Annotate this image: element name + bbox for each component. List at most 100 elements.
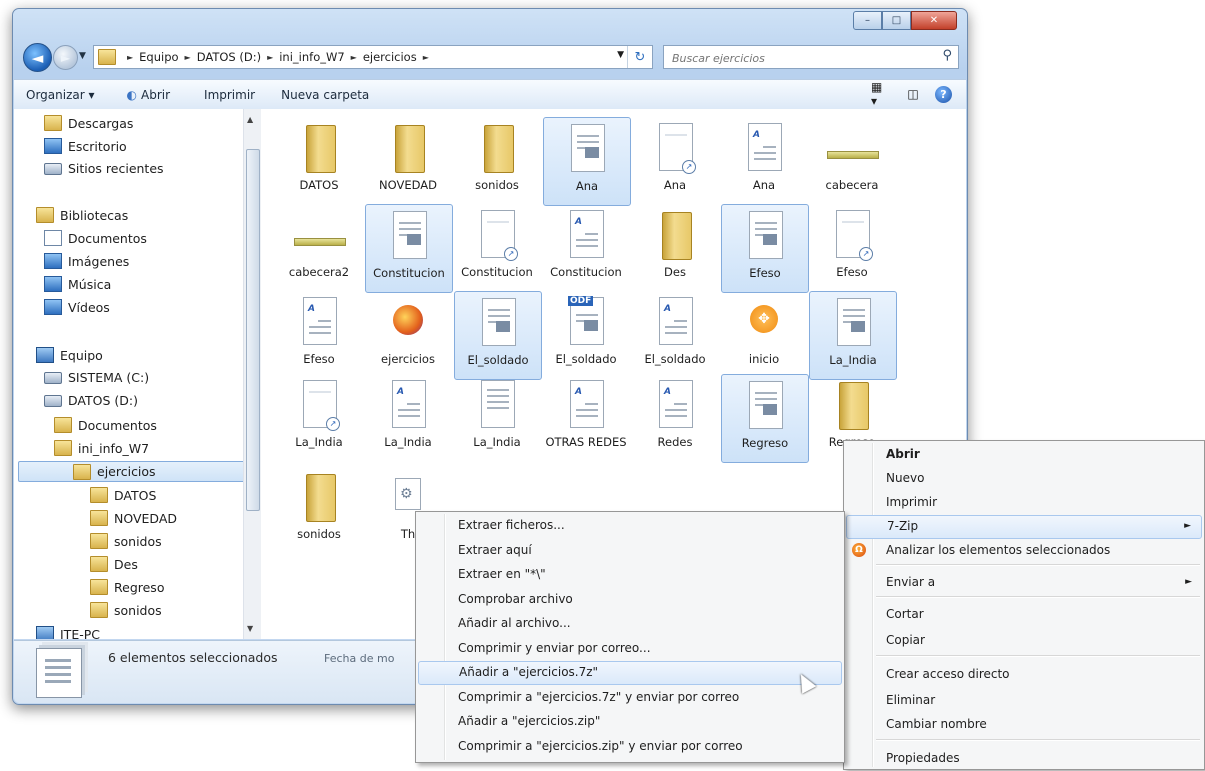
file-item[interactable]: A OTRAS REDES xyxy=(543,374,629,461)
file-item[interactable]: cabecera xyxy=(809,117,895,204)
zip-menu-item[interactable]: Comprimir a "ejercicios.7z" y enviar por… xyxy=(418,686,842,708)
file-item[interactable]: Constitucion xyxy=(365,204,453,293)
context-menu-item[interactable]: Cambiar nombre xyxy=(846,713,1202,735)
file-item[interactable]: Ana xyxy=(543,117,631,206)
sidebar-item[interactable]: DATOS xyxy=(90,487,156,503)
zip-menu-item[interactable]: Extraer en "*\" xyxy=(418,563,842,585)
sidebar-item[interactable]: Documentos xyxy=(54,417,157,433)
sidebar-item[interactable]: Documentos xyxy=(44,230,147,246)
file-item[interactable]: sonidos xyxy=(276,466,362,553)
breadcrumb-datos[interactable]: DATOS (D:) xyxy=(197,50,261,64)
file-item[interactable]: cabecera2 xyxy=(276,204,362,291)
context-menu-item[interactable]: Imprimir xyxy=(846,491,1202,513)
scroll-thumb[interactable] xyxy=(246,149,260,511)
sidebar-item[interactable]: Música xyxy=(44,276,111,292)
sidebar-item[interactable]: DATOS (D:) xyxy=(44,393,138,408)
sidebar-item[interactable]: Des xyxy=(90,556,138,572)
search-icon[interactable]: ⚲ xyxy=(942,48,952,63)
back-button[interactable]: ◄ xyxy=(23,43,52,72)
navigation-scrollbar[interactable]: ▲ ▼ xyxy=(243,109,261,639)
file-item[interactable]: A El_soldado xyxy=(632,291,718,378)
sidebar-item[interactable]: Bibliotecas xyxy=(36,207,128,223)
sidebar-item[interactable]: Descargas xyxy=(44,115,133,131)
context-menu-item[interactable]: Nuevo xyxy=(846,467,1202,489)
file-item[interactable]: ejercicios xyxy=(365,291,451,378)
context-menu-item[interactable]: 7-Zip ► xyxy=(846,515,1202,539)
sidebar-item[interactable]: ejercicios xyxy=(18,461,243,482)
zip-menu-item[interactable]: Añadir al archivo... xyxy=(418,612,842,634)
file-item[interactable]: La_India xyxy=(809,291,897,380)
context-menu-item[interactable]: Abrir xyxy=(846,443,1202,465)
file-item[interactable]: ↗ Constitucion xyxy=(454,204,540,291)
context-menu-item[interactable]: Ω Analizar los elementos seleccionados xyxy=(846,539,1202,561)
zip-menu-item[interactable]: Extraer aquí xyxy=(418,539,842,561)
scroll-up-icon[interactable]: ▲ xyxy=(247,115,253,124)
file-item[interactable]: ✥ inicio xyxy=(721,291,807,378)
sidebar-item[interactable]: Regreso xyxy=(90,579,164,595)
context-menu-item[interactable]: Eliminar xyxy=(846,689,1202,711)
breadcrumb-ini-info[interactable]: ini_info_W7 xyxy=(279,50,344,64)
sidebar-item[interactable]: ITE-PC xyxy=(36,626,100,639)
help-icon[interactable]: ? xyxy=(935,85,952,103)
view-options-icon[interactable]: ▦ ▾ xyxy=(871,80,891,108)
open-button[interactable]: ◐ Abrir xyxy=(107,88,183,102)
file-item[interactable]: ↗ La_India xyxy=(276,374,362,461)
context-menu-item[interactable]: Crear acceso directo xyxy=(846,663,1202,685)
file-item[interactable]: A Constitucion xyxy=(543,204,629,291)
refresh-icon[interactable]: ↻ xyxy=(627,46,652,68)
file-item[interactable]: A Ana xyxy=(721,117,807,204)
sidebar-item[interactable]: ini_info_W7 xyxy=(54,440,149,456)
search-input[interactable] xyxy=(670,48,924,68)
zip-menu-item[interactable]: Añadir a "ejercicios.7z" xyxy=(418,661,842,685)
maximize-button[interactable]: □ xyxy=(882,11,911,30)
zip-menu-item[interactable]: Comprobar archivo xyxy=(418,588,842,610)
file-item[interactable]: Des xyxy=(632,204,718,291)
file-item[interactable]: sonidos xyxy=(454,117,540,204)
zip-menu-item[interactable]: Añadir a "ejercicios.zip" xyxy=(418,710,842,732)
sidebar-item[interactable]: Sitios recientes xyxy=(44,161,164,176)
breadcrumb-equipo[interactable]: Equipo xyxy=(139,50,178,64)
address-dropdown-icon[interactable]: ▼ xyxy=(617,50,624,60)
zip-menu-item[interactable]: Comprimir y enviar por correo... xyxy=(418,637,842,659)
chevron-right-icon[interactable]: ► xyxy=(423,53,429,62)
shortcut-document-icon: ↗ xyxy=(472,208,522,262)
sidebar-item[interactable]: Escritorio xyxy=(44,138,127,154)
forward-button[interactable]: ► xyxy=(53,45,78,70)
sidebar-item[interactable]: SISTEMA (C:) xyxy=(44,370,149,385)
file-item[interactable]: ODF El_soldado xyxy=(543,291,629,378)
organize-menu-button[interactable]: Organizar ▾ xyxy=(14,88,107,102)
context-menu-item[interactable]: Propiedades xyxy=(846,747,1202,769)
file-item[interactable]: ↗ Ana xyxy=(632,117,718,204)
sidebar-item[interactable]: sonidos xyxy=(90,533,162,549)
file-item[interactable]: ↗ Efeso xyxy=(809,204,895,291)
new-folder-button[interactable]: Nueva carpeta xyxy=(267,88,381,102)
minimize-button[interactable]: – xyxy=(853,11,882,30)
scroll-down-icon[interactable]: ▼ xyxy=(247,624,253,633)
zip-menu-item[interactable]: Extraer ficheros... xyxy=(418,514,842,536)
address-bar[interactable]: ► Equipo ► DATOS (D:) ► ini_info_W7 ► ejerci… xyxy=(93,45,653,69)
file-item[interactable]: Efeso xyxy=(721,204,809,293)
context-menu-item[interactable]: Copiar xyxy=(846,629,1202,651)
context-menu-item[interactable]: Enviar a ► xyxy=(846,571,1202,593)
sidebar-item[interactable]: sonidos xyxy=(90,602,162,618)
file-item[interactable]: NOVEDAD xyxy=(365,117,451,204)
history-dropdown-icon[interactable]: ▼ xyxy=(79,51,86,61)
file-item[interactable]: Regreso xyxy=(721,374,809,463)
file-item[interactable]: DATOS xyxy=(276,117,362,204)
sidebar-item[interactable]: Imágenes xyxy=(44,253,129,269)
file-item[interactable]: A Efeso xyxy=(276,291,362,378)
zip-menu-item[interactable]: Comprimir a "ejercicios.zip" y enviar po… xyxy=(418,735,842,757)
file-item[interactable]: A Redes xyxy=(632,374,718,461)
search-box[interactable]: ⚲ xyxy=(663,45,959,69)
sidebar-item[interactable]: NOVEDAD xyxy=(90,510,177,526)
sidebar-item[interactable]: Vídeos xyxy=(44,299,110,315)
file-item[interactable]: El_soldado xyxy=(454,291,542,380)
file-item[interactable]: A La_India xyxy=(365,374,451,461)
file-item[interactable]: La_India xyxy=(454,374,540,461)
print-button[interactable]: Imprimir xyxy=(182,88,267,102)
preview-pane-icon[interactable]: ◫ xyxy=(903,85,923,103)
context-menu-item[interactable]: Cortar xyxy=(846,603,1202,625)
close-button[interactable]: ✕ xyxy=(911,11,957,30)
sidebar-item[interactable]: Equipo xyxy=(36,347,103,363)
breadcrumb-ejercicios[interactable]: ejercicios xyxy=(363,50,417,64)
